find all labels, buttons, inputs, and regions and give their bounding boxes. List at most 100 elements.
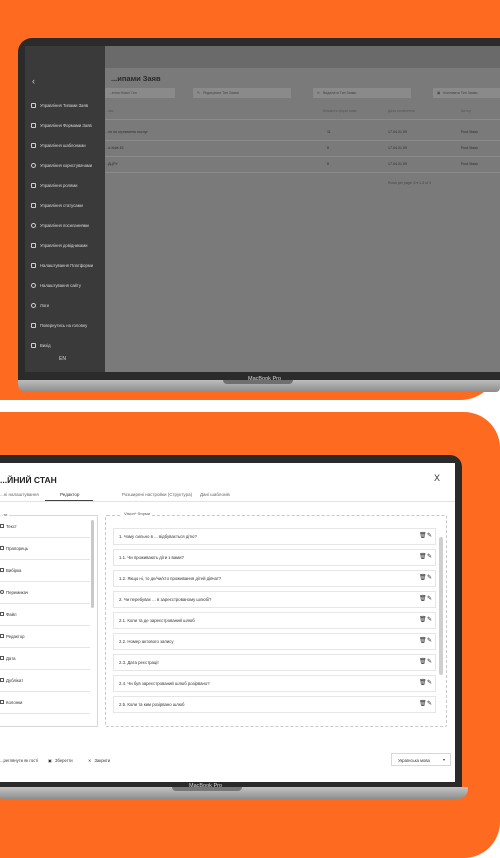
text-field-icon <box>0 524 4 528</box>
table-row[interactable]: ...ня на отримання послуг 11 17.04.21 09… <box>105 125 500 141</box>
create-type-button[interactable]: ...ення Нової Тип <box>105 88 175 98</box>
form-question-item[interactable]: 2.2. Номер актового запису 🗑 ✎ <box>113 633 436 650</box>
sidebar-item-links[interactable]: Управління посиланнями <box>31 219 89 231</box>
form-preview-legend: Vision* Форми <box>122 511 152 516</box>
sidebar-item-application-forms[interactable]: Управління Формами Заяв <box>31 119 92 131</box>
laptop-bottom: ...ЙНИЙ СТАН X ...ні налаштування Редакт… <box>0 455 468 800</box>
pencil-icon[interactable]: ✎ <box>427 679 432 686</box>
tab-editor[interactable]: Редактор <box>60 492 79 497</box>
book-icon <box>31 242 36 248</box>
sidebar-item-logs[interactable]: Логи <box>31 299 49 311</box>
pencil-icon[interactable]: ✎ <box>427 700 432 707</box>
form-question-item[interactable]: 1.2. Якщо ні, то де/чи/хто проживання ді… <box>113 570 436 587</box>
form-scrollbar[interactable] <box>439 537 443 675</box>
trash-icon[interactable]: 🗑 <box>419 532 427 539</box>
radio-icon <box>0 590 4 594</box>
trash-icon[interactable]: 🗑 <box>419 679 427 686</box>
sidebar-item-dictionaries[interactable]: Управління довідниками <box>31 239 87 251</box>
component-file[interactable]: Файл <box>0 604 90 626</box>
laptop-bezel: ...ЙНИЙ СТАН X ...ні налаштування Редакт… <box>0 455 462 787</box>
sidebar-item-site-settings[interactable]: Налаштування сайту <box>31 279 81 291</box>
duplicate-icon <box>0 678 4 682</box>
sidebar-item-home[interactable]: Повернутись на головну <box>31 319 87 331</box>
tab-advanced-structure[interactable]: Розширені настройки (Структура) <box>122 492 192 497</box>
trash-icon[interactable]: 🗑 <box>419 658 427 665</box>
component-text[interactable]: Текст <box>0 516 90 538</box>
status-icon <box>31 202 36 208</box>
language-switch[interactable]: EN <box>59 356 66 362</box>
component-editor[interactable]: Редактор <box>0 626 90 648</box>
components-legend: ...ти <box>0 512 10 517</box>
language-select[interactable]: Українська мова ▾ <box>391 753 451 766</box>
sidebar-item-exit[interactable]: Вихід <box>31 339 51 351</box>
preview-button[interactable]: ...реглянути як гості <box>0 755 38 765</box>
file-icon <box>0 612 4 616</box>
form-question-item[interactable]: 1.1. Чи проживають діти з вами? 🗑 ✎ <box>113 549 436 566</box>
laptop-bezel: ‹ Управління Типами Заяв Управління Форм… <box>18 38 500 380</box>
pencil-icon[interactable]: ✎ <box>427 595 432 602</box>
pencil-icon[interactable]: ✎ <box>427 553 432 560</box>
chevron-left-icon[interactable]: ‹ <box>32 76 35 86</box>
close-icon[interactable]: X <box>434 473 440 483</box>
laptop-screen: ‹ Управління Типами Заяв Управління Форм… <box>25 46 500 372</box>
form-question-item[interactable]: 1. Чому сильно в ... відбувається дітю? 🗑… <box>113 528 436 545</box>
sidebar-item-roles[interactable]: Управління ролями <box>31 179 77 191</box>
trash-icon[interactable]: 🗑 <box>419 637 427 644</box>
component-select[interactable]: Вибірка <box>0 560 90 582</box>
sidebar-item-templates[interactable]: Управління шаблонами <box>31 139 86 151</box>
table-row[interactable]: ...ДЦРУ 8 17.04.21 09 Roct Mask <box>105 157 500 173</box>
tab-template-data[interactable]: Дані шаблонів <box>200 492 230 497</box>
table-row[interactable]: ...із Київ 45 8 17.04.21 09 Roct Mask <box>105 141 500 157</box>
cancel-button[interactable]: ✕ Закрити <box>88 755 110 765</box>
main-content: ...ипами Заяв ...ення Нової Тип ✎ Редагув… <box>105 46 500 372</box>
checkbox-icon <box>0 546 4 550</box>
pencil-icon[interactable]: ✎ <box>427 574 432 581</box>
component-checkbox[interactable]: Прапорець <box>0 538 90 560</box>
laptop-brand-label: MacBook Pro <box>248 376 282 382</box>
component-duplicate[interactable]: Дублікат <box>0 670 90 692</box>
form-question-item[interactable]: 2.3. Дата реєстрації 🗑 ✎ <box>113 654 436 671</box>
trash-icon[interactable]: 🗑 <box>419 553 427 560</box>
edit-type-button[interactable]: ✎ Редагувати Тип Заяви <box>193 88 291 98</box>
sidebar-item-users[interactable]: Управління користувачами <box>31 159 92 171</box>
columns-icon <box>0 700 4 704</box>
link-icon <box>31 222 36 228</box>
form-question-item[interactable]: 2.5. Коли та ким розірвано шлюб 🗑 ✎ <box>113 696 436 713</box>
list-icon <box>31 122 36 128</box>
delete-type-button[interactable]: ✕ Видалити Тип Заяви <box>313 88 411 98</box>
sidebar-item-platform-settings[interactable]: Налаштування Платформи <box>31 259 93 271</box>
sidebar-item-statuses[interactable]: Управління статусами <box>31 199 83 211</box>
component-date[interactable]: Дата <box>0 648 90 670</box>
form-preview-panel: 1. Чому сильно в ... відбувається дітю? 🗑… <box>105 515 447 727</box>
pencil-icon[interactable]: ✎ <box>427 616 432 623</box>
sidebar: ‹ Управління Типами Заяв Управління Форм… <box>25 46 105 372</box>
table-header: ...зва Кількість форм заяв Дата оновленн… <box>105 104 500 120</box>
close-icon: ✕ <box>317 91 320 95</box>
trash-icon[interactable]: 🗑 <box>419 616 427 623</box>
pencil-icon[interactable]: ✎ <box>427 658 432 665</box>
pagination[interactable]: Rows per page: 5 ▾ 1-3 of 3 <box>388 181 431 185</box>
form-question-item[interactable]: 2.1. Коли та де зареєстрований шлюб 🗑 ✎ <box>113 612 436 629</box>
laptop-top: ‹ Управління Типами Заяв Управління Форм… <box>18 38 500 394</box>
component-radio[interactable]: Перемикач <box>0 582 90 604</box>
dialog-title: ...ЙНИЙ СТАН <box>0 475 57 485</box>
pencil-icon[interactable]: ✎ <box>427 637 432 644</box>
components-scrollbar[interactable] <box>91 520 94 608</box>
trash-icon[interactable]: 🗑 <box>419 700 427 707</box>
component-columns[interactable]: Колонки <box>0 692 90 714</box>
trash-icon[interactable]: 🗑 <box>419 595 427 602</box>
tab-general-settings[interactable]: ...ні налаштування <box>0 492 39 497</box>
form-question-item[interactable]: 2. Чи перебуває ... в зареєстрованому шл… <box>113 591 436 608</box>
components-panel: Текст Прапорець Вибірка Перемикач Файл Р… <box>0 515 98 727</box>
trash-icon[interactable]: 🗑 <box>419 574 427 581</box>
copy-type-button[interactable]: ▣ Копіювати Тип Заяви <box>433 88 500 98</box>
tab-divider <box>0 501 455 502</box>
sidebar-item-application-types[interactable]: Управління Типами Заяв <box>31 99 88 111</box>
template-icon <box>31 142 36 148</box>
form-question-item[interactable]: 2.4. Чи був зареєстрований шлюб розірван… <box>113 675 436 692</box>
exit-icon <box>31 342 36 348</box>
save-button[interactable]: ▣ Зберегти <box>48 755 73 765</box>
pencil-icon[interactable]: ✎ <box>427 532 432 539</box>
gear-icon <box>31 282 36 288</box>
top-bar <box>105 46 500 68</box>
